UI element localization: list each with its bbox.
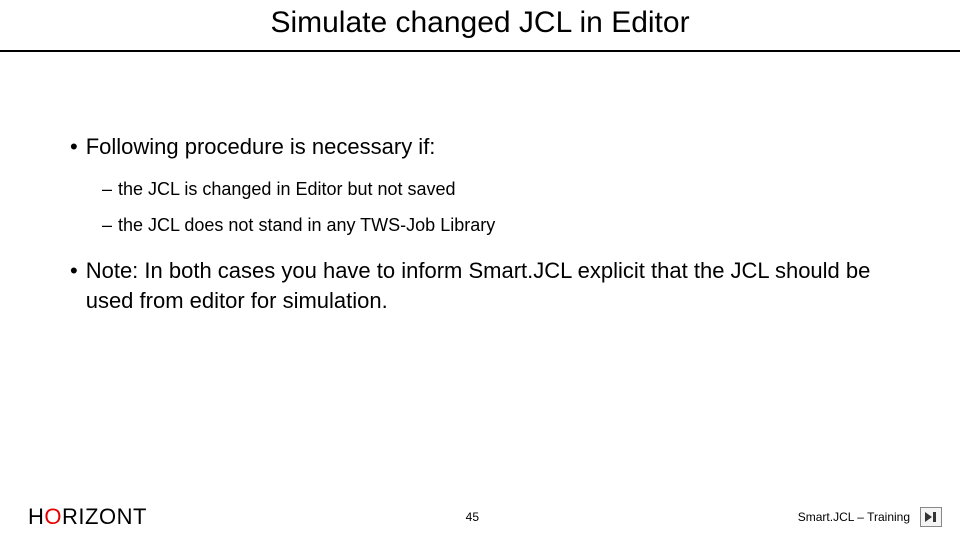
brand-logo: HORIZONT bbox=[28, 504, 147, 530]
brand-text-post: RIZONT bbox=[62, 504, 147, 529]
bullet-text: the JCL does not stand in any TWS-Job Li… bbox=[118, 212, 495, 238]
bullet-level2: – the JCL is changed in Editor but not s… bbox=[102, 176, 890, 202]
content-area: • Following procedure is necessary if: –… bbox=[0, 52, 960, 315]
bullet-dash-icon: – bbox=[102, 176, 112, 202]
bullet-dash-icon: – bbox=[102, 212, 112, 238]
bullet-text: Note: In both cases you have to inform S… bbox=[86, 256, 890, 315]
bullet-dot-icon: • bbox=[70, 132, 78, 162]
back-icon[interactable] bbox=[920, 507, 942, 527]
bullet-level2: – the JCL does not stand in any TWS-Job … bbox=[102, 212, 890, 238]
bullet-text: Following procedure is necessary if: bbox=[86, 132, 436, 162]
page-number: 45 bbox=[466, 510, 479, 524]
slide-title: Simulate changed JCL in Editor bbox=[0, 0, 960, 50]
footer-right: Smart.JCL – Training bbox=[798, 507, 942, 527]
footer: HORIZONT 45 Smart.JCL – Training bbox=[0, 504, 960, 530]
bullet-text: the JCL is changed in Editor but not sav… bbox=[118, 176, 456, 202]
slide: Simulate changed JCL in Editor • Followi… bbox=[0, 0, 960, 540]
bullet-level1-note: • Note: In both cases you have to inform… bbox=[70, 256, 890, 315]
bullet-level1: • Following procedure is necessary if: bbox=[70, 132, 890, 162]
bullet-dot-icon: • bbox=[70, 256, 78, 315]
brand-text-pre: H bbox=[28, 504, 44, 529]
footer-right-text: Smart.JCL – Training bbox=[798, 510, 910, 524]
brand-text-o: O bbox=[44, 504, 62, 529]
